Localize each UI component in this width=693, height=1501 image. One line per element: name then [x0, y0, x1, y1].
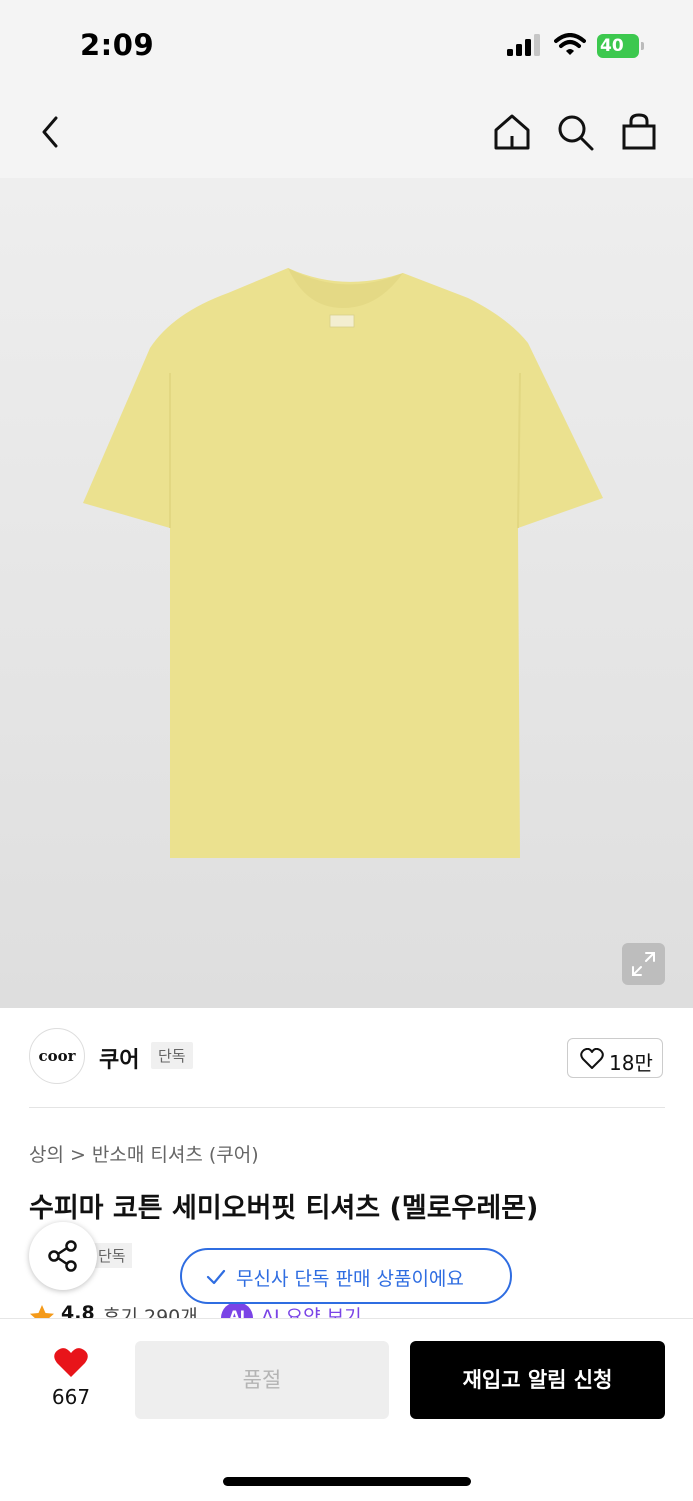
wifi-icon [554, 33, 586, 55]
cellular-signal-icon [507, 34, 540, 56]
battery-charging-icon: 40 [597, 34, 644, 58]
bottom-action-bar: 667 품절 재입고 알림 신청 [0, 1318, 693, 1501]
home-indicator[interactable] [223, 1477, 471, 1486]
divider [29, 1107, 665, 1108]
product-title: 수피마 코튼 세미오버핏 티셔츠 (멜로우레몬) [29, 1193, 539, 1224]
home-icon[interactable] [490, 110, 534, 154]
back-chevron-icon[interactable] [28, 110, 72, 154]
wishlist-count: 667 [51, 1385, 91, 1409]
soldout-button: 품절 [135, 1341, 389, 1419]
yellow-tshirt-image [83, 268, 603, 858]
wishlist-button[interactable]: 667 [30, 1343, 112, 1413]
breadcrumb: 상의 > 반소매 티셔츠 (쿠어) [29, 1140, 259, 1167]
brand-like-count: 18만 [609, 1051, 653, 1075]
expand-image-button[interactable] [622, 943, 665, 985]
breadcrumb-level2[interactable]: 반소매 티셔츠 (쿠어) [92, 1144, 259, 1166]
expand-arrows-icon [632, 952, 655, 976]
status-bar: 2:09 40 [0, 0, 693, 92]
battery-level: 40 [600, 36, 624, 56]
brand-logo[interactable]: coor [29, 1028, 85, 1084]
share-icon [48, 1240, 77, 1272]
breadcrumb-separator: > [69, 1144, 86, 1166]
search-icon[interactable] [553, 110, 597, 154]
toast-message: 무신사 단독 판매 상품이에요 [236, 1268, 464, 1290]
product-exclusive-badge: 단독 [92, 1243, 132, 1268]
breadcrumb-level1[interactable]: 상의 [29, 1144, 64, 1166]
brand-row: coor 쿠어 단독 18만 [0, 1008, 693, 1108]
brand-like-button[interactable]: 18만 [567, 1038, 663, 1078]
top-navigation [0, 92, 693, 178]
product-image[interactable] [0, 178, 693, 1008]
heart-outline-icon [580, 1048, 604, 1069]
brand-name[interactable]: 쿠어 [99, 1042, 139, 1074]
exclusive-toast: 무신사 단독 판매 상품이에요 [180, 1248, 512, 1304]
heart-filled-icon [54, 1348, 88, 1377]
shopping-bag-icon[interactable] [617, 110, 661, 154]
checkmark-icon [206, 1269, 226, 1285]
status-time: 2:09 [80, 28, 155, 62]
restock-alert-button[interactable]: 재입고 알림 신청 [410, 1341, 665, 1419]
share-button[interactable] [29, 1222, 97, 1290]
exclusive-badge: 단독 [151, 1042, 193, 1069]
